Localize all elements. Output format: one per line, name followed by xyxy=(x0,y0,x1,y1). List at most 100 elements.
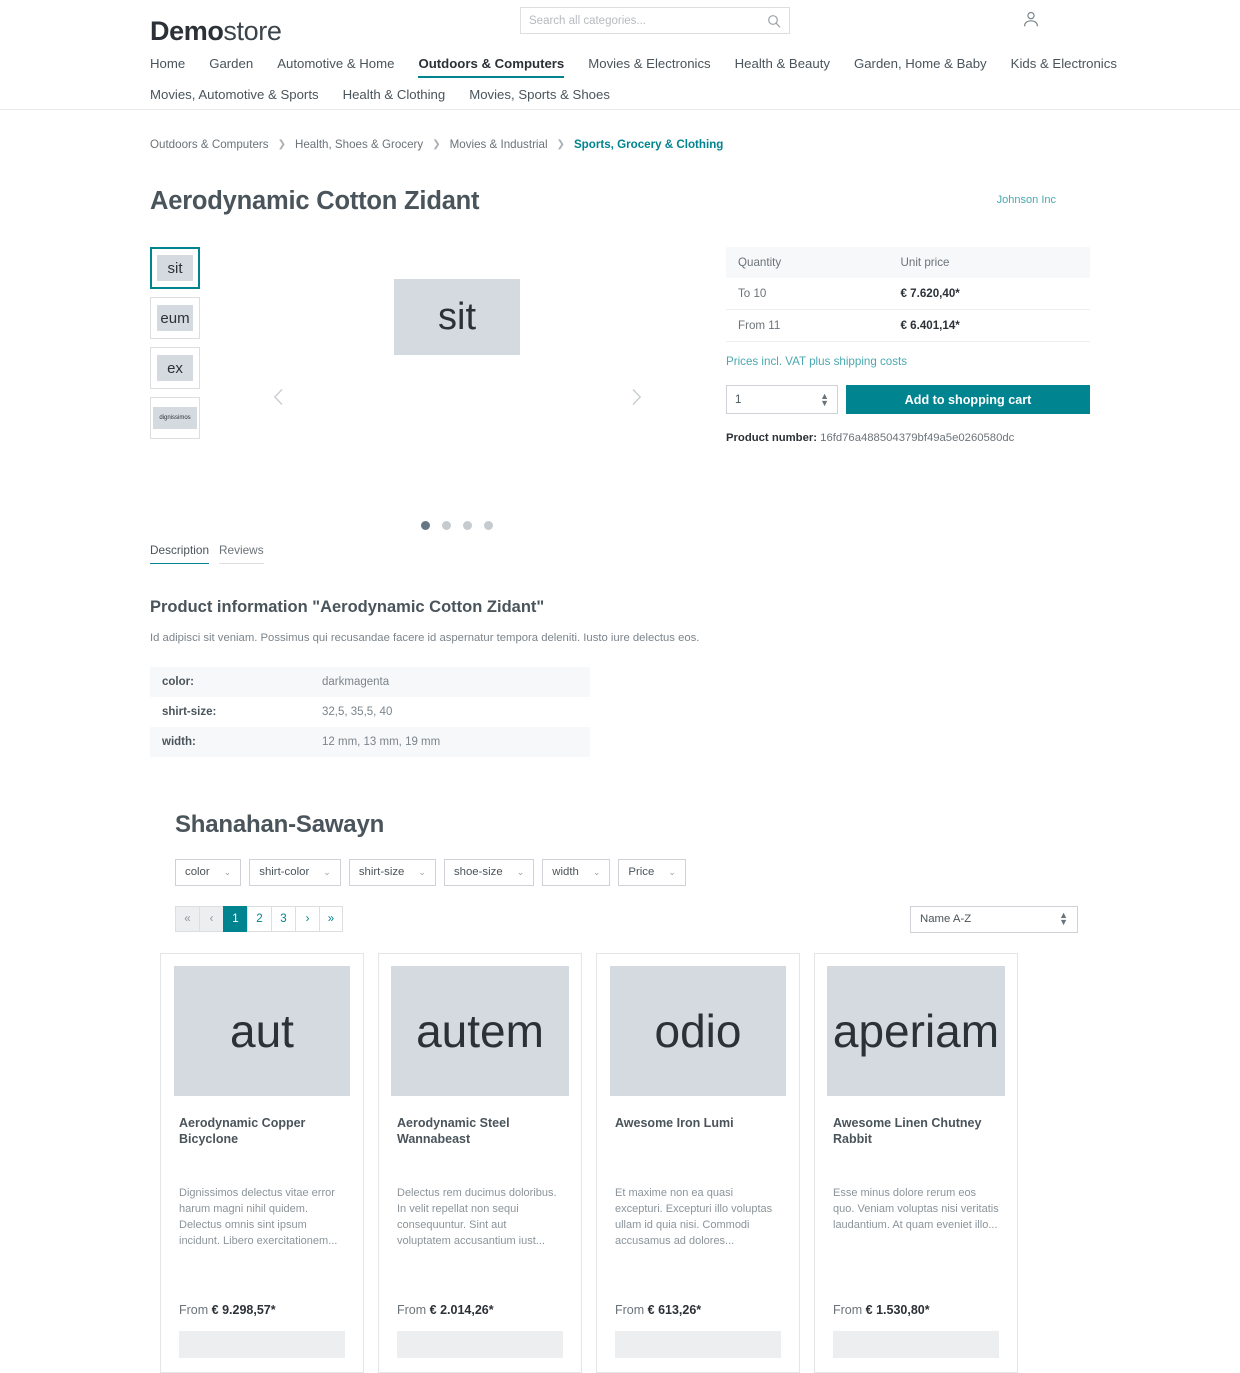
product-number-label: Product number: xyxy=(726,432,818,444)
product-card-body: Awesome Iron Lumi Et maxime non ea quasi … xyxy=(597,1106,799,1331)
product-card-image-wrap: aperiam xyxy=(815,954,1017,1106)
filter-shoe-size[interactable]: shoe-size ⌄ xyxy=(443,858,535,886)
filter-label: color xyxy=(185,866,210,879)
breadcrumb-item-2[interactable]: Health, Shoes & Grocery xyxy=(295,138,423,151)
filter-label: shirt-size xyxy=(358,866,405,879)
product-tabs: Description Reviews xyxy=(0,543,1240,564)
gallery-dot-2[interactable] xyxy=(442,521,451,530)
product-card-action-button[interactable] xyxy=(179,1330,345,1358)
gallery-dot-1[interactable] xyxy=(421,521,430,530)
vat-shipping-link[interactable]: Prices incl. VAT plus shipping costs xyxy=(726,355,1090,368)
product-card-action-button[interactable] xyxy=(833,1330,999,1358)
product-card[interactable]: aperiam Awesome Linen Chutney Rabbit Esse … xyxy=(814,952,1018,1373)
product-card-body: Aerodynamic Copper Bicyclone Dignissimos … xyxy=(161,1106,363,1331)
pagination-item-1[interactable]: « xyxy=(175,906,199,933)
product-card[interactable]: odio Awesome Iron Lumi Et maxime non ea qu… xyxy=(596,952,800,1373)
gallery-next-arrow-icon[interactable] xyxy=(628,386,644,408)
price-unit-value: € 6.401,14* xyxy=(888,309,1090,342)
gallery-thumbnail-1[interactable]: sit xyxy=(150,247,200,289)
pagination-item-3[interactable]: 1 xyxy=(223,906,247,933)
pagination-item-2[interactable]: ‹ xyxy=(199,906,223,933)
breadcrumb-item-1[interactable]: Outdoors & Computers xyxy=(150,138,269,151)
product-card-price: From € 9.298,57* xyxy=(179,1303,345,1331)
product-card-image-wrap: aut xyxy=(161,954,363,1106)
nav-item-health-clothing[interactable]: Health & Clothing xyxy=(343,87,446,107)
nav-item-kids-electronics[interactable]: Kids & Electronics xyxy=(1011,56,1117,76)
filter-shirt-size[interactable]: shirt-size ⌄ xyxy=(348,858,436,886)
sort-select[interactable]: Name A-Z ▲ ▼ xyxy=(910,905,1078,933)
breadcrumb-separator-icon: ❯ xyxy=(277,139,286,150)
gallery-thumbnail-2[interactable]: eum xyxy=(150,297,200,339)
add-to-cart-button[interactable]: Add to shopping cart xyxy=(846,385,1090,414)
property-value: 32,5, 35,5, 40 xyxy=(322,705,393,718)
product-card[interactable]: autem Aerodynamic Steel Wannabeast Delectu… xyxy=(378,952,582,1373)
stepper-arrows-icon: ▲ ▼ xyxy=(820,390,829,408)
thumbnail-image-placeholder: ex xyxy=(157,355,193,381)
product-card-name[interactable]: Aerodynamic Steel Wannabeast xyxy=(397,1116,563,1148)
property-value: 12 mm, 13 mm, 19 mm xyxy=(322,735,441,748)
price-table-row: From 11 € 6.401,14* xyxy=(726,309,1090,342)
pagination-item-4[interactable]: 2 xyxy=(247,906,271,933)
account-icon[interactable] xyxy=(1022,10,1040,28)
nav-item-home[interactable]: Home xyxy=(150,56,185,76)
nav-item-garden[interactable]: Garden xyxy=(209,56,253,76)
product-card-description: Esse minus dolore rerum eos quo. Veniam … xyxy=(833,1186,999,1231)
product-card-price-value: € 613,26* xyxy=(647,1302,702,1317)
breadcrumb-item-4[interactable]: Sports, Grocery & Clothing xyxy=(574,138,723,151)
nav-item-movies-electronics[interactable]: Movies & Electronics xyxy=(588,56,710,76)
gallery-main-image[interactable]: sit xyxy=(394,279,520,355)
product-card-action-button[interactable] xyxy=(615,1330,781,1358)
nav-item-movies-automotive-sports[interactable]: Movies, Automotive & Sports xyxy=(150,87,319,107)
property-row: shirt-size: 32,5, 35,5, 40 xyxy=(150,697,590,727)
manufacturer-link[interactable]: Johnson Inc xyxy=(997,194,1056,206)
logo-bold-part: Demo xyxy=(150,15,224,46)
tab-reviews[interactable]: Reviews xyxy=(219,543,264,564)
thumbnail-image-placeholder: sit xyxy=(157,255,193,281)
gallery-thumbnails: sit eum ex dignissimos xyxy=(150,247,202,447)
nav-item-health-beauty[interactable]: Health & Beauty xyxy=(735,56,830,76)
nav-item-movies-sports-shoes[interactable]: Movies, Sports & Shoes xyxy=(469,87,610,107)
site-header: Demostore Home Garden Automotive & Home Out… xyxy=(0,0,1240,110)
product-card-price-value: € 2.014,26* xyxy=(429,1302,494,1317)
filter-shirt-color[interactable]: shirt-color ⌄ xyxy=(249,858,341,886)
filter-width[interactable]: width ⌄ xyxy=(542,858,611,886)
search-input[interactable] xyxy=(529,14,767,27)
filter-price[interactable]: Price ⌄ xyxy=(618,858,686,886)
price-unit-value: € 7.620,40* xyxy=(888,278,1090,310)
gallery-thumbnail-4[interactable]: dignissimos xyxy=(150,397,200,439)
gallery-thumbnail-3[interactable]: ex xyxy=(150,347,200,389)
nav-item-outdoors-computers[interactable]: Outdoors & Computers xyxy=(418,56,565,78)
quantity-stepper[interactable]: 1 ▲ ▼ xyxy=(726,385,838,414)
site-logo[interactable]: Demostore xyxy=(150,15,282,47)
property-row: color: darkmagenta xyxy=(150,666,590,697)
thumbnail-image-placeholder: eum xyxy=(157,305,193,331)
product-card[interactable]: aut Aerodynamic Copper Bicyclone Dignissim… xyxy=(160,952,364,1373)
filter-label: width xyxy=(552,866,579,879)
tab-description[interactable]: Description xyxy=(150,543,210,564)
filter-color[interactable]: color ⌄ xyxy=(175,858,242,886)
related-listing-section: Shanahan-Sawayn color ⌄ shirt-color ⌄ shirt-… xyxy=(0,811,1240,1373)
search-icon[interactable] xyxy=(767,14,781,28)
nav-item-automotive-home[interactable]: Automotive & Home xyxy=(277,56,394,76)
gallery-dot-3[interactable] xyxy=(463,521,472,530)
product-card-action-button[interactable] xyxy=(397,1330,563,1358)
product-card-name[interactable]: Aerodynamic Copper Bicyclone xyxy=(179,1116,345,1148)
description-heading: Product information "Aerodynamic Cotton … xyxy=(150,598,545,616)
buy-row: 1 ▲ ▼ Add to shopping cart xyxy=(726,385,1090,414)
pagination-item-5[interactable]: 3 xyxy=(271,906,295,933)
page-title: Aerodynamic Cotton Zidant xyxy=(150,187,480,215)
product-card-body: Aerodynamic Steel Wannabeast Delectus rem… xyxy=(379,1106,581,1331)
pagination-item-6[interactable]: › xyxy=(295,906,319,933)
breadcrumb-item-3[interactable]: Movies & Industrial xyxy=(450,138,548,151)
pagination-item-7[interactable]: » xyxy=(319,906,343,933)
nav-item-garden-home-baby[interactable]: Garden, Home & Baby xyxy=(854,56,987,76)
breadcrumb-separator-icon: ❯ xyxy=(432,139,441,150)
gallery-prev-arrow-icon[interactable] xyxy=(270,386,286,408)
search-box[interactable] xyxy=(520,7,790,34)
product-card-name[interactable]: Awesome Iron Lumi xyxy=(615,1116,781,1148)
product-card-price-prefix: From xyxy=(397,1302,430,1317)
product-card-description: Delectus rem ducimus doloribus. In velit… xyxy=(397,1186,557,1247)
product-card-name[interactable]: Awesome Linen Chutney Rabbit xyxy=(833,1116,999,1148)
gallery-dot-4[interactable] xyxy=(484,521,493,530)
buy-box: Quantity Unit price To 10 € 7.620,40* From… xyxy=(726,247,1090,444)
